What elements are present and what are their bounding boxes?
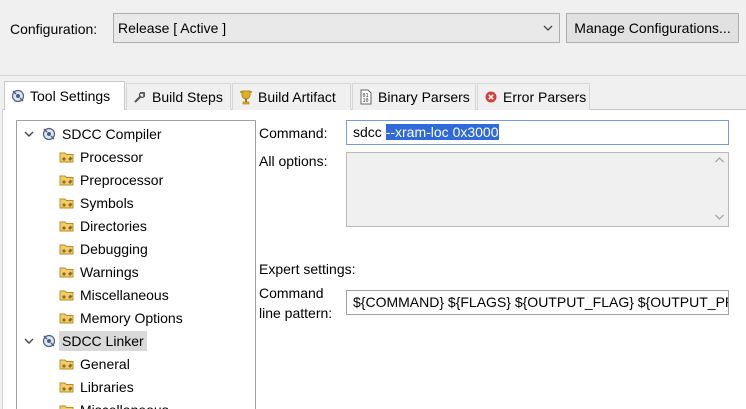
tree-node[interactable]: SDCC Linker bbox=[23, 330, 147, 352]
tree-item[interactable]: Miscellaneous bbox=[59, 399, 172, 409]
tab-error-parsers[interactable]: Error Parsers bbox=[477, 83, 590, 110]
tree-item-label: General bbox=[80, 356, 130, 372]
expert-settings-label: Expert settings: bbox=[259, 261, 356, 277]
tab-label: Build Artifact bbox=[258, 89, 336, 105]
folder-options-icon bbox=[59, 290, 74, 301]
folder-options-icon bbox=[59, 152, 74, 163]
command-input[interactable]: sdcc --xram-loc 0x3000 bbox=[346, 120, 729, 145]
folder-options-icon bbox=[59, 267, 74, 278]
command-line-pattern-value: ${COMMAND} ${FLAGS} ${OUTPUT_FLAG} ${OUT… bbox=[353, 294, 728, 310]
svg-text:10: 10 bbox=[363, 98, 369, 104]
folder-options-icon bbox=[59, 198, 74, 209]
configuration-label: Configuration: bbox=[10, 21, 98, 37]
tree-item[interactable]: Directories bbox=[59, 215, 150, 237]
build-steps-icon bbox=[134, 91, 146, 103]
command-label: Command: bbox=[259, 125, 328, 141]
vertical-scrollbar[interactable] bbox=[711, 153, 728, 226]
tool-settings-icon bbox=[11, 89, 25, 103]
all-options-textarea[interactable] bbox=[346, 152, 729, 227]
tab-tool-settings[interactable]: Tool Settings bbox=[4, 81, 125, 110]
folder-options-icon bbox=[59, 405, 74, 409]
chevron-down-icon[interactable] bbox=[23, 335, 35, 347]
command-text: sdcc bbox=[353, 124, 386, 140]
tree-item[interactable]: Miscellaneous bbox=[59, 284, 172, 306]
tree-item[interactable]: Processor bbox=[59, 146, 146, 168]
tool-icon bbox=[42, 334, 56, 348]
tab-binary-parsers[interactable]: 01 10 Binary Parsers bbox=[352, 83, 476, 110]
tree-item-label: Debugging bbox=[80, 241, 148, 257]
tab-build-artifact[interactable]: Build Artifact bbox=[232, 83, 351, 110]
tree-item[interactable]: Preprocessor bbox=[59, 169, 166, 191]
tool-icon bbox=[42, 127, 56, 141]
tree-item[interactable]: Debugging bbox=[59, 238, 151, 260]
tab-label: Binary Parsers bbox=[378, 89, 470, 105]
folder-options-icon bbox=[59, 244, 74, 255]
tree-item[interactable]: Symbols bbox=[59, 192, 137, 214]
tree-item-label: Memory Options bbox=[80, 310, 183, 326]
tree-item-label: Libraries bbox=[80, 379, 134, 395]
folder-options-icon bbox=[59, 382, 74, 393]
tree-item-label: SDCC Compiler bbox=[62, 126, 162, 142]
tool-settings-tree[interactable]: SDCC Compiler Processor Preprocessor Symbol… bbox=[16, 120, 256, 409]
tree-item-label: Symbols bbox=[80, 195, 134, 211]
command-line-pattern-label-line1: Command bbox=[259, 285, 324, 301]
tree-item-label: Preprocessor bbox=[80, 172, 164, 188]
tree-item-label: Miscellaneous bbox=[77, 400, 172, 409]
tree-item-label: Processor bbox=[80, 149, 144, 165]
chevron-down-icon bbox=[543, 25, 553, 31]
all-options-label: All options: bbox=[259, 153, 328, 169]
folder-options-icon bbox=[59, 313, 74, 324]
command-line-pattern-input[interactable]: ${COMMAND} ${FLAGS} ${OUTPUT_FLAG} ${OUT… bbox=[346, 290, 729, 315]
tab-label: Tool Settings bbox=[30, 88, 111, 104]
tree-item[interactable]: Warnings bbox=[59, 261, 142, 283]
configuration-select-value: Release [ Active ] bbox=[118, 20, 227, 36]
folder-options-icon bbox=[59, 359, 74, 370]
tree-item-label: SDCC Linker bbox=[59, 331, 147, 351]
tree-item[interactable]: General bbox=[59, 353, 133, 375]
folder-options-icon bbox=[59, 221, 74, 232]
tree-node[interactable]: SDCC Compiler bbox=[23, 123, 165, 145]
manage-configurations-button[interactable]: Manage Configurations... bbox=[566, 13, 739, 43]
tree-item-label: Miscellaneous bbox=[80, 287, 169, 303]
command-line-pattern-label-line2: line pattern: bbox=[259, 305, 333, 321]
tab-build-steps[interactable]: Build Steps bbox=[126, 83, 231, 110]
error-parsers-icon bbox=[485, 91, 497, 103]
tab-label: Error Parsers bbox=[503, 89, 587, 105]
tab-label: Build Steps bbox=[152, 89, 223, 105]
tree-item[interactable]: Memory Options bbox=[59, 307, 186, 329]
chevron-down-icon[interactable] bbox=[23, 128, 35, 140]
tree-item[interactable]: Libraries bbox=[59, 376, 137, 398]
command-selected-text: --xram-loc 0x3000 bbox=[385, 124, 499, 140]
configuration-select[interactable]: Release [ Active ] bbox=[113, 13, 560, 43]
build-artifact-icon bbox=[240, 90, 252, 105]
binary-parsers-icon: 01 10 bbox=[360, 89, 372, 105]
divider bbox=[0, 75, 746, 76]
tree-item-label: Warnings bbox=[80, 264, 139, 280]
tree-item-label: Directories bbox=[80, 218, 147, 234]
folder-options-icon bbox=[59, 175, 74, 186]
